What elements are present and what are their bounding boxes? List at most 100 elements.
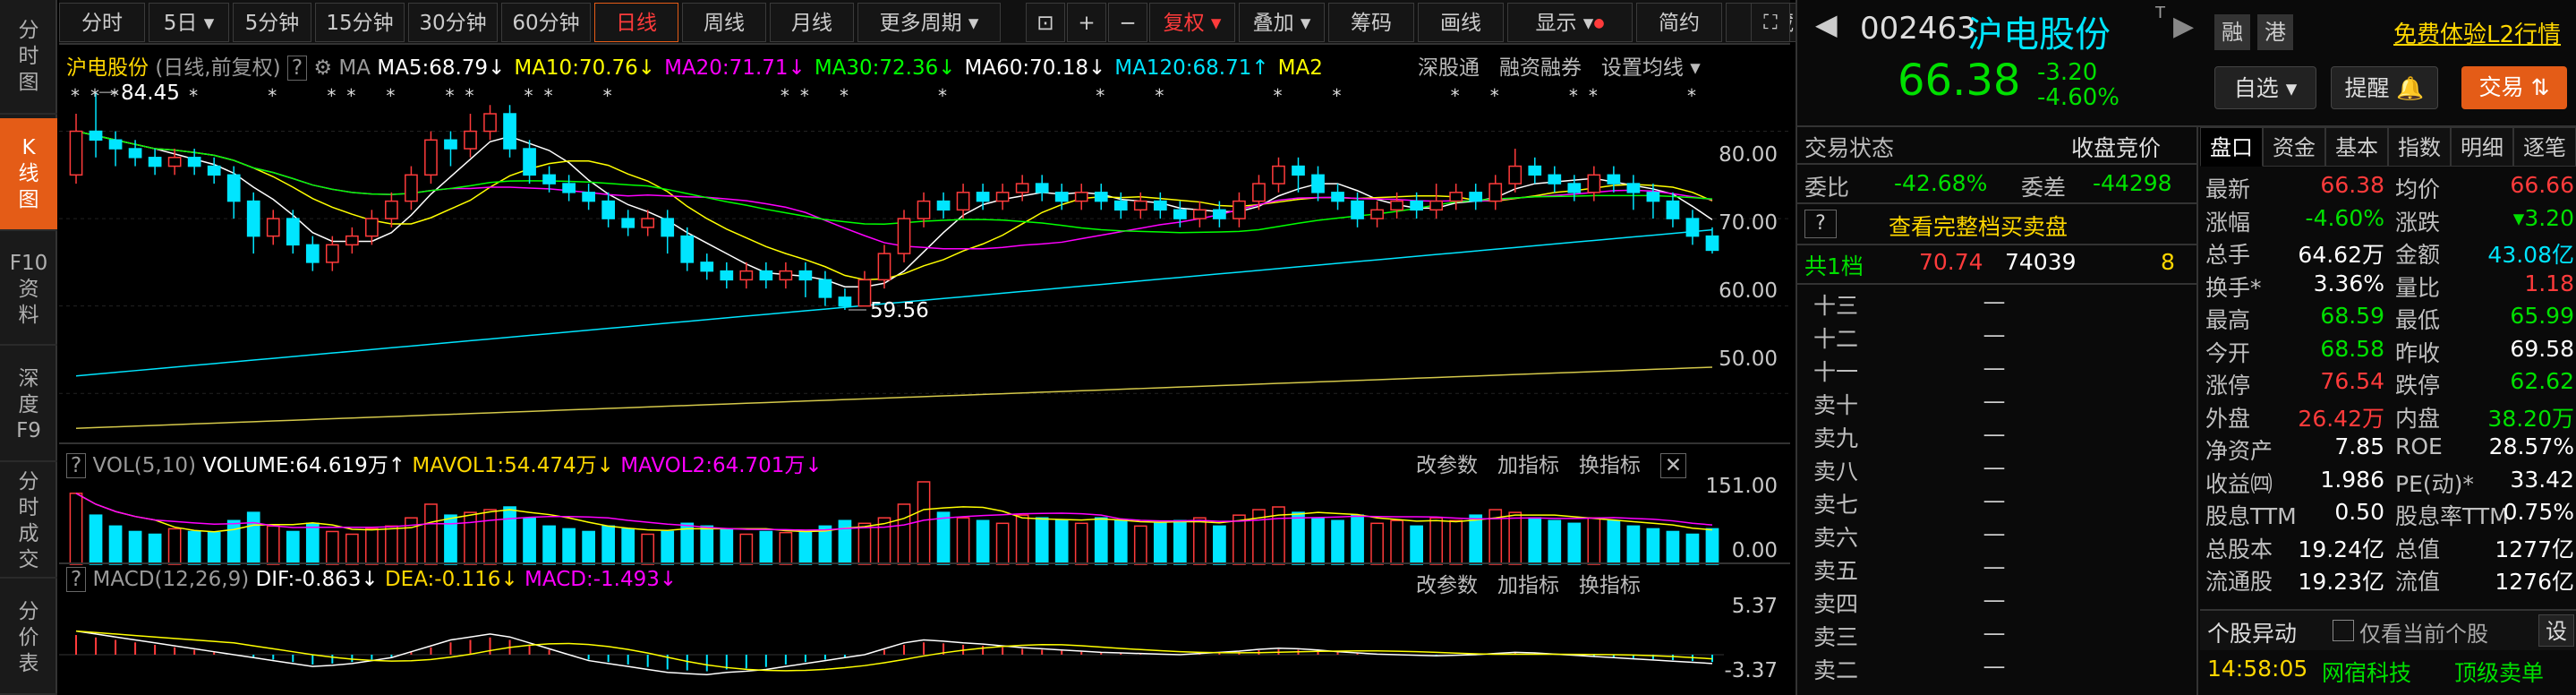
event-star-icon[interactable]: *	[1589, 85, 1598, 107]
fullscreen-icon[interactable]: ⛶	[1751, 3, 1790, 42]
nav-4[interactable]: 分时成交	[0, 466, 57, 579]
overlay-button[interactable]: 叠加 ▾	[1239, 3, 1325, 42]
period-tab-5day[interactable]: 5日 ▾	[149, 3, 229, 42]
margin-link[interactable]: 融资融券	[1499, 56, 1582, 80]
order-book-row[interactable]: 卖六—00	[1797, 520, 2198, 553]
event-star-icon[interactable]: *	[1490, 85, 1499, 107]
level-label: 卖五	[1813, 558, 1859, 584]
level-label: 卖六	[1813, 525, 1859, 551]
nav-3[interactable]: 深度 F9	[0, 349, 57, 462]
period-tab-weekly[interactable]: 周线	[682, 3, 766, 42]
period-tab-60min[interactable]: 60分钟	[501, 3, 591, 42]
event-star-icon[interactable]: *	[525, 85, 533, 107]
event-star-icon[interactable]: *	[1333, 85, 1342, 107]
order-book-row[interactable]: 卖十—00	[1797, 388, 2198, 420]
zoom-in-icon[interactable]: +	[1067, 3, 1106, 42]
event-star-icon[interactable]: *	[1155, 85, 1164, 107]
question-icon[interactable]: ?	[286, 56, 308, 81]
order-book-row[interactable]: 卖三—00	[1797, 620, 2198, 652]
event-star-icon[interactable]: *	[386, 85, 395, 107]
zoom-out-icon[interactable]: −	[1108, 3, 1147, 42]
trade-button[interactable]: 交易 ⇅	[2461, 66, 2567, 109]
next-stock-icon[interactable]: ▶	[2173, 11, 2194, 42]
event-star-icon[interactable]: *	[780, 85, 789, 107]
period-tab-daily[interactable]: 日线	[594, 3, 678, 42]
event-star-icon[interactable]: *	[327, 85, 336, 107]
macd-chart[interactable]	[59, 595, 1790, 695]
alert-button[interactable]: 提醒 🔔	[2331, 66, 2438, 109]
tab-tick[interactable]: 逐笔	[2513, 127, 2576, 167]
order-book-row[interactable]: 卖九—00	[1797, 421, 2198, 453]
fuquan-label: 复权	[1163, 12, 1205, 35]
period-tab-30min[interactable]: 30分钟	[408, 3, 498, 42]
tab-pankou[interactable]: 盘口	[2200, 127, 2263, 167]
event-star-icon[interactable]: *	[465, 85, 473, 107]
abnormal-item[interactable]: 14:58:05 网宿科技 顶级卖单	[2200, 652, 2576, 688]
quote-row: 股息TTM 0.50 股息率TTM 0.75%	[2200, 495, 2576, 529]
full-book-link[interactable]: 查看完整档买卖盘	[1889, 210, 2068, 242]
abnormal-settings-button[interactable]: 设	[2538, 614, 2574, 647]
event-star-icon[interactable]: *	[1687, 85, 1696, 107]
lock-icon[interactable]: ⊡	[1026, 3, 1065, 42]
event-star-icon[interactable]: *	[445, 85, 454, 107]
tab-index[interactable]: 指数	[2388, 127, 2451, 167]
chips-button[interactable]: 筹码	[1328, 3, 1414, 42]
period-tab-more[interactable]: 更多周期 ▾	[857, 3, 1001, 42]
volume-bar	[1410, 525, 1423, 565]
order-book-row[interactable]: 十二—00	[1797, 322, 2198, 354]
event-star-icon[interactable]: *	[840, 85, 849, 107]
candle	[956, 192, 970, 211]
simple-mode-button[interactable]: 简约	[1636, 3, 1722, 42]
question-icon[interactable]: ?	[1804, 210, 1837, 238]
order-book-row[interactable]: 卖二—4530	[1797, 653, 2198, 685]
gear-icon[interactable]: ⚙	[313, 56, 332, 80]
l2-promo-link[interactable]: 免费体验L2行情	[2393, 16, 2561, 49]
period-tab-fenshi[interactable]: 分时	[59, 3, 145, 42]
event-star-icon[interactable]: *	[1096, 85, 1105, 107]
volume-bar	[562, 528, 576, 565]
order-book-row[interactable]: 卖八—00	[1797, 454, 2198, 486]
nav-1[interactable]: K线图	[0, 118, 57, 231]
draw-line-button[interactable]: 画线	[1418, 3, 1504, 42]
kline-chart[interactable]: 84.45 59.56 * * * * * * * * * * * * * * * * * * * * * * * * * *	[59, 79, 1790, 487]
event-star-icon[interactable]: *	[1569, 85, 1578, 107]
display-button[interactable]: 显示 ▾●	[1507, 3, 1633, 42]
order-book-row[interactable]: 十一—00	[1797, 355, 2198, 387]
fuquan-button[interactable]: 复权 ▾	[1149, 3, 1235, 42]
question-icon[interactable]: ?	[66, 567, 87, 592]
event-star-icon[interactable]: *	[800, 85, 809, 107]
tab-detail[interactable]: 明细	[2451, 127, 2513, 167]
period-tab-monthly[interactable]: 月线	[770, 3, 854, 42]
volume-bar	[424, 503, 438, 565]
tab-funds[interactable]: 资金	[2263, 127, 2325, 167]
event-star-icon[interactable]: *	[110, 85, 119, 107]
shengutong-link[interactable]: 深股通	[1418, 56, 1480, 80]
tab-basic[interactable]: 基本	[2325, 127, 2388, 167]
event-star-icon[interactable]: *	[71, 85, 80, 107]
event-star-icon[interactable]: *	[346, 85, 355, 107]
hk-connect-tag[interactable]: 港	[2257, 14, 2293, 50]
nav-0[interactable]: 分时图	[0, 0, 57, 115]
order-book-row[interactable]: 十三—00	[1797, 288, 2198, 321]
nav-2[interactable]: F10 资料	[0, 235, 57, 346]
watchlist-button[interactable]: 自选 ▾	[2214, 66, 2316, 109]
event-star-icon[interactable]: *	[90, 85, 99, 107]
set-ma-link[interactable]: 设置均线	[1601, 56, 1684, 80]
period-tab-5min[interactable]: 5分钟	[233, 3, 311, 42]
margin-tag[interactable]: 融	[2214, 14, 2250, 50]
event-star-icon[interactable]: *	[1451, 85, 1460, 107]
order-book-row[interactable]: 卖五—00	[1797, 553, 2198, 586]
period-tab-15min[interactable]: 15分钟	[315, 3, 405, 42]
event-star-icon[interactable]: *	[268, 85, 277, 107]
quote-value: 19.23亿	[2298, 569, 2384, 595]
event-star-icon[interactable]: *	[1273, 85, 1282, 107]
event-star-icon[interactable]: *	[544, 85, 553, 107]
nav-5[interactable]: 分价表	[0, 582, 57, 695]
prev-stock-icon[interactable]: ◀	[1815, 7, 1838, 41]
order-book-row[interactable]: 卖四—00	[1797, 587, 2198, 619]
event-star-icon[interactable]: *	[938, 85, 947, 107]
event-star-icon[interactable]: *	[189, 85, 198, 107]
event-star-icon[interactable]: *	[603, 85, 612, 107]
only-current-checkbox[interactable]	[2333, 620, 2354, 641]
order-book-row[interactable]: 卖七—00	[1797, 487, 2198, 519]
